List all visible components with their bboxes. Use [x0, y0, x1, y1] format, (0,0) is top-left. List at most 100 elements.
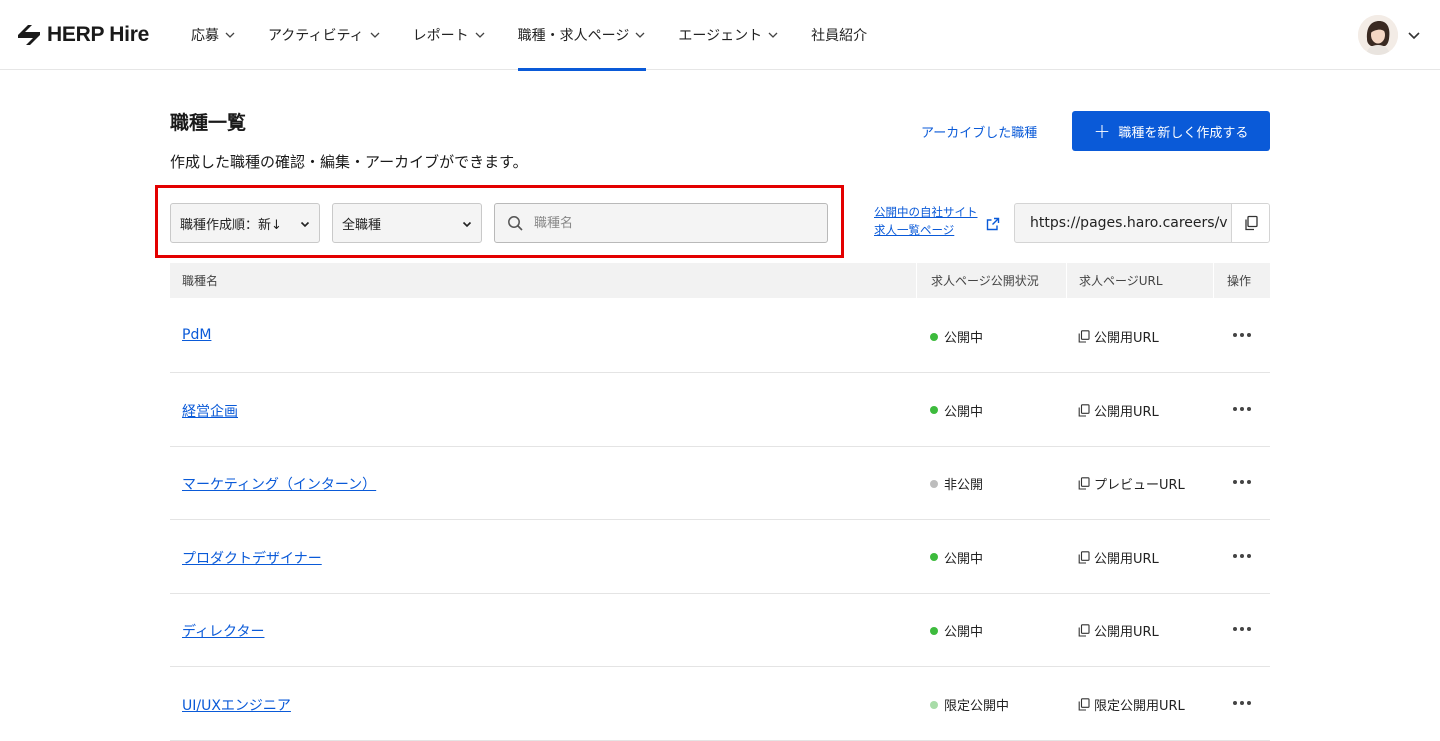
more-actions-icon[interactable] — [1230, 619, 1254, 639]
job-name-link[interactable]: PdM — [182, 327, 211, 343]
job-search-input[interactable] — [534, 215, 814, 231]
publish-status: 非公開 — [930, 474, 983, 493]
publish-status: 公開中 — [930, 327, 983, 346]
main-nav: 応募 アクティビティ レポート 職種・求人ページ エージェント 社員紹介 — [191, 0, 899, 71]
column-header-status: 求人ページ公開状況 — [931, 274, 1039, 288]
column-header-url: 求人ページURL — [1079, 274, 1163, 288]
more-actions-icon[interactable] — [1230, 693, 1254, 713]
column-header-actions: 操作 — [1227, 274, 1252, 288]
user-portrait-icon — [1358, 15, 1398, 55]
chevron-down-icon[interactable] — [1406, 27, 1422, 43]
job-url-label: 公開用URL — [1094, 551, 1159, 567]
logo[interactable]: HERP Hire — [16, 22, 149, 48]
job-search-box — [494, 203, 828, 243]
more-actions-icon[interactable] — [1230, 472, 1254, 492]
job-url-label: 限定公開用URL — [1094, 699, 1185, 714]
nav-item[interactable]: エージェント — [678, 0, 779, 70]
copy-job-url-button[interactable]: 公開用URL — [1078, 621, 1159, 640]
publish-status: 限定公開中 — [930, 695, 1009, 714]
nav-item[interactable]: 社員紹介 — [811, 0, 867, 70]
job-name-link[interactable]: 経営企画 — [182, 401, 238, 421]
plus-icon: + — [1093, 119, 1111, 143]
publish-status-label: 非公開 — [944, 478, 984, 494]
page-description: 作成した職種の確認・編集・アーカイブができます。 — [170, 153, 528, 171]
copy-job-url-button[interactable]: プレビューURL — [1078, 474, 1185, 493]
publish-status-label: 公開中 — [944, 331, 984, 346]
nav-item-label: アクティビティ — [268, 28, 364, 44]
table-row: マーケティング（インターン） 非公開 プレビューURL — [170, 446, 1270, 521]
chevron-down-icon — [225, 32, 235, 38]
job-kind-select-value: 全職種 — [342, 217, 382, 233]
nav-item[interactable]: 職種・求人ページ — [517, 0, 647, 71]
herp-logo-icon — [18, 25, 40, 45]
status-dot — [930, 626, 938, 635]
external-link-icon[interactable] — [985, 216, 1001, 232]
publish-status-label: 限定公開中 — [944, 699, 1010, 714]
column-header-name: 職種名 — [182, 274, 219, 288]
status-dot — [930, 406, 938, 415]
job-name-link[interactable]: UI/UXエンジニア — [182, 695, 291, 715]
sort-select[interactable]: 職種作成順：新↓ — [170, 203, 320, 243]
chevron-down-icon — [300, 221, 310, 228]
publish-status: 公開中 — [930, 548, 983, 567]
copy-job-url-button[interactable]: 公開用URL — [1078, 401, 1159, 420]
table-header: 職種名 求人ページ公開状況 求人ページURL 操作 — [170, 263, 1270, 298]
site-url-field[interactable]: https://pages.haro.careers/v — [1014, 203, 1270, 243]
create-job-button-label: 職種を新しく作成する — [1118, 125, 1249, 141]
publish-status-label: 公開中 — [944, 625, 984, 641]
job-url-label: 公開用URL — [1094, 331, 1159, 346]
page-title: 職種一覧 — [170, 112, 247, 134]
sort-select-value: 職種作成順：新↓ — [180, 217, 282, 233]
job-kind-select[interactable]: 全職種 — [332, 203, 482, 243]
public-site-link[interactable]: 公開中の自社サイト 求人一覧ページ — [874, 203, 978, 239]
copy-icon — [1078, 698, 1090, 711]
table-row: ディレクター 公開中 公開用URL — [170, 593, 1270, 668]
status-dot — [930, 700, 938, 709]
table-row: UI/UXエンジニア 限定公開中 限定公開用URL — [170, 667, 1270, 741]
publish-status: 公開中 — [930, 401, 983, 420]
avatar[interactable] — [1358, 15, 1398, 55]
table-row: 経営企画 公開中 公開用URL — [170, 373, 1270, 447]
job-name-link[interactable]: マーケティング（インターン） — [182, 474, 376, 494]
column-divider — [916, 263, 917, 298]
chevron-down-icon — [635, 32, 645, 38]
top-navigation-bar: HERP Hire 応募 アクティビティ レポート 職種・求人ページ エージェント 社員紹… — [0, 0, 1440, 71]
job-url-label: 公開用URL — [1094, 625, 1159, 641]
job-url-label: 公開用URL — [1094, 404, 1159, 420]
column-divider — [1213, 263, 1214, 298]
public-site-link-line2: 求人一覧ページ — [874, 223, 955, 237]
nav-item-label: 応募 — [191, 28, 219, 44]
archived-jobs-link[interactable]: アーカイブした職種 — [921, 122, 1037, 141]
table-row: プロダクトデザイナー 公開中 公開用URL — [170, 520, 1270, 594]
chevron-down-icon — [768, 32, 778, 38]
job-name-link[interactable]: ディレクター — [182, 621, 264, 641]
status-dot — [930, 553, 938, 562]
copy-job-url-button[interactable]: 公開用URL — [1078, 548, 1159, 567]
more-actions-icon[interactable] — [1230, 546, 1254, 566]
publish-status-label: 公開中 — [944, 404, 984, 420]
copy-job-url-button[interactable]: 限定公開用URL — [1078, 695, 1185, 714]
nav-item-label: エージェント — [678, 28, 763, 44]
chevron-down-icon — [462, 221, 472, 228]
site-url-text: https://pages.haro.careers/v — [1030, 215, 1228, 231]
copy-url-button[interactable] — [1231, 204, 1269, 242]
column-divider — [1066, 263, 1067, 298]
nav-item[interactable]: レポート — [413, 0, 486, 70]
nav-item-label: 社員紹介 — [811, 28, 868, 44]
more-actions-icon[interactable] — [1230, 399, 1254, 419]
copy-icon — [1078, 624, 1090, 637]
publish-status: 公開中 — [930, 621, 983, 640]
public-site-link-line1: 公開中の自社サイト — [874, 205, 978, 219]
copy-job-url-button[interactable]: 公開用URL — [1078, 327, 1159, 346]
nav-item[interactable]: 応募 — [191, 0, 236, 70]
job-name-link[interactable]: プロダクトデザイナー — [182, 548, 322, 568]
copy-icon — [1078, 330, 1090, 343]
nav-item-label: レポート — [412, 28, 469, 44]
chevron-down-icon — [475, 32, 485, 38]
copy-icon — [1078, 551, 1090, 564]
more-actions-icon[interactable] — [1230, 325, 1254, 345]
copy-icon — [1078, 477, 1090, 490]
nav-item[interactable]: アクティビティ — [268, 0, 381, 70]
create-job-button[interactable]: + 職種を新しく作成する — [1072, 111, 1270, 151]
copy-icon — [1078, 403, 1090, 417]
